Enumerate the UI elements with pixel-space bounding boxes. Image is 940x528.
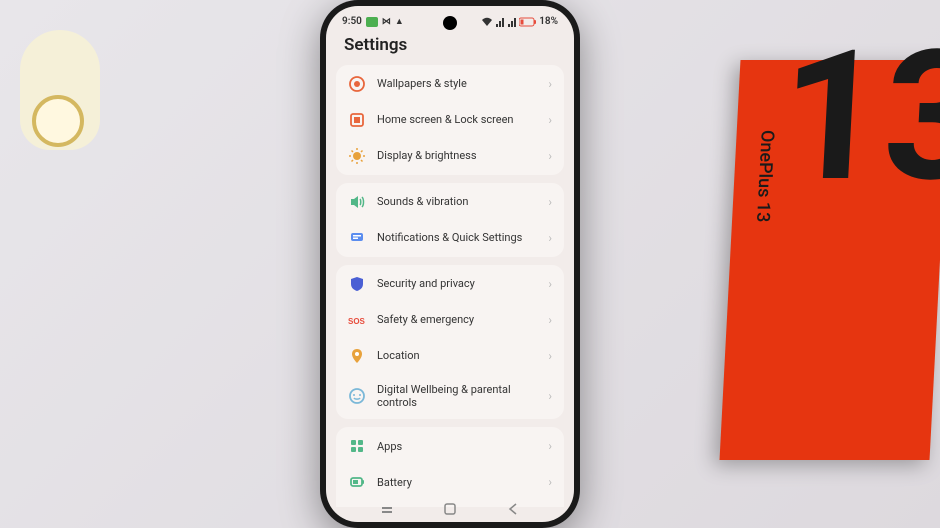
chevron-right-icon: › [548, 113, 552, 127]
brightness-icon [348, 147, 366, 165]
settings-item-label: Safety & emergency [377, 313, 537, 326]
settings-item-label: Digital Wellbeing & parental controls [377, 383, 537, 409]
settings-item-label: Sounds & vibration [377, 195, 537, 208]
home-icon [348, 111, 366, 129]
wifi-icon [481, 17, 493, 27]
svg-text:SOS: SOS [348, 317, 366, 326]
settings-item-label: Wallpapers & style [377, 77, 537, 90]
phone-screen: 9:50 ⋈ ▲ 18% Setting [326, 6, 574, 522]
signal-icon-2 [507, 17, 517, 27]
status-misc-icon: ⋈ [382, 17, 391, 27]
page-title: Settings [326, 31, 574, 65]
product-number: 13 [777, 40, 940, 193]
product-box: OnePlus 13 13 [720, 60, 940, 460]
settings-item-label: Battery [377, 476, 537, 489]
signal-icon-1 [495, 17, 505, 27]
settings-item-label: Security and privacy [377, 277, 537, 290]
status-time: 9:50 [342, 16, 362, 27]
settings-item-location[interactable]: Location › [336, 338, 564, 374]
chevron-right-icon: › [548, 277, 552, 291]
settings-group: Security and privacy › SOS Safety & emergen… [336, 265, 564, 419]
chevron-right-icon: › [548, 439, 552, 453]
settings-item-label: Apps [377, 440, 537, 453]
location-icon [348, 347, 366, 365]
product-brand-text: OnePlus 13 [752, 130, 778, 222]
chevron-right-icon: › [548, 195, 552, 209]
battery-percent: 18% [539, 16, 558, 27]
battery-icon [519, 17, 537, 27]
wellbeing-icon [348, 387, 366, 405]
shield-icon [348, 275, 366, 293]
nav-home-button[interactable] [443, 502, 457, 516]
settings-item-label: Home screen & Lock screen [377, 113, 537, 126]
settings-item-brightness[interactable]: Display & brightness › [336, 138, 564, 175]
chevron-right-icon: › [548, 313, 552, 327]
chevron-right-icon: › [548, 389, 552, 403]
phone-frame: 9:50 ⋈ ▲ 18% Setting [320, 0, 580, 528]
settings-item-shield[interactable]: Security and privacy › [336, 265, 564, 302]
chevron-right-icon: › [548, 349, 552, 363]
settings-group: Sounds & vibration›Notifications & Quick… [336, 183, 564, 257]
settings-item-wallpaper[interactable]: Wallpapers & style › [336, 65, 564, 102]
settings-item-sound[interactable]: Sounds & vibration › [336, 183, 564, 220]
sos-icon: SOS [348, 311, 366, 329]
settings-item-label: Location [377, 349, 537, 362]
clock-face [32, 95, 84, 147]
chevron-right-icon: › [548, 475, 552, 489]
settings-item-notification[interactable]: Notifications & Quick Settings › [336, 220, 564, 257]
desk-clock-prop [20, 30, 100, 150]
status-indicator-icon [366, 17, 378, 27]
sound-icon [348, 193, 366, 211]
chevron-right-icon: › [548, 77, 552, 91]
navigation-bar [326, 496, 574, 522]
settings-item-wellbeing[interactable]: Digital Wellbeing & parental controls › [336, 374, 564, 419]
settings-item-label: Notifications & Quick Settings [377, 231, 537, 244]
nav-recents-button[interactable] [380, 502, 394, 516]
settings-item-label: Display & brightness [377, 149, 537, 162]
notification-icon [348, 229, 366, 247]
camera-cutout [443, 16, 457, 30]
status-cloud-icon: ▲ [395, 16, 404, 27]
settings-item-sos[interactable]: SOS Safety & emergency › [336, 302, 564, 338]
settings-item-home[interactable]: Home screen & Lock screen › [336, 102, 564, 138]
settings-item-battery[interactable]: Battery › [336, 464, 564, 500]
chevron-right-icon: › [548, 231, 552, 245]
apps-icon [348, 437, 366, 455]
chevron-right-icon: › [548, 149, 552, 163]
settings-group: Wallpapers & style›Home screen & Lock sc… [336, 65, 564, 175]
settings-scroll-area[interactable]: Wallpapers & style›Home screen & Lock sc… [326, 65, 574, 507]
nav-back-button[interactable] [506, 502, 520, 516]
wallpaper-icon [348, 75, 366, 93]
settings-item-apps[interactable]: Apps › [336, 427, 564, 464]
battery-icon [348, 473, 366, 491]
